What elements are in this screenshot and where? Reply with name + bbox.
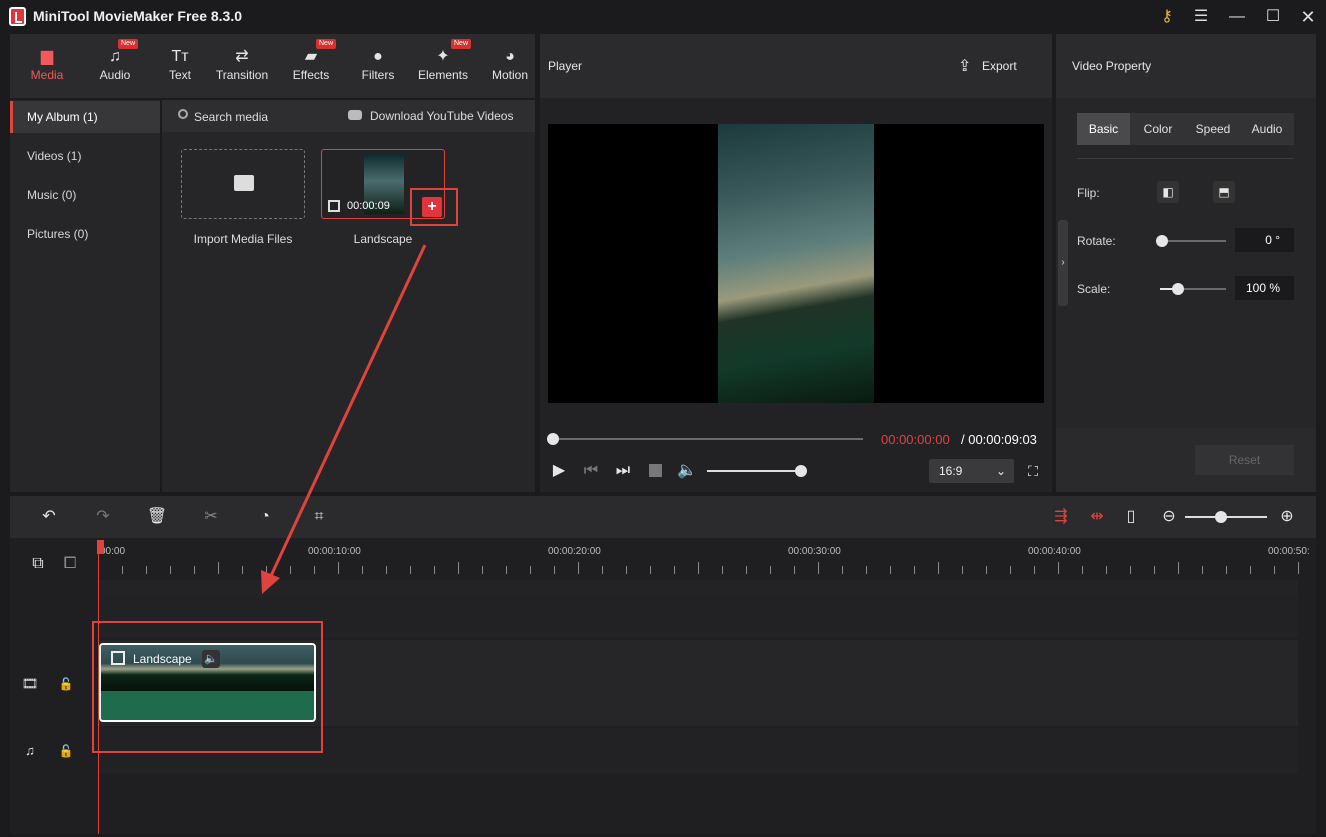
annotation-arrow [261, 244, 427, 594]
